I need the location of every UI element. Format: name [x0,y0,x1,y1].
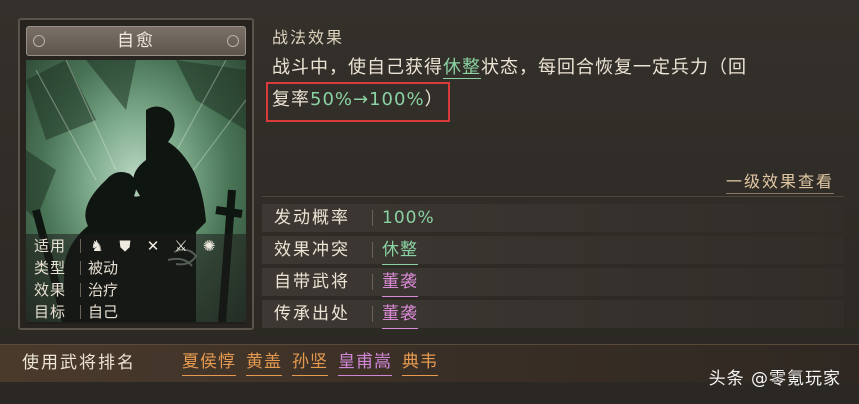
attr-divider [80,261,81,275]
shield-icon: ⛊ [119,237,131,255]
attr-value: 治疗 [88,281,119,299]
effect-text-part: 战斗中，使自己获得 [272,57,443,78]
skill-name: 自愈 [26,26,246,56]
ranking-list: 夏侯惇 黄盖 孙坚 皇甫嵩 典韦 [182,345,438,376]
level-one-effect-link[interactable]: 一级效果查看 [725,168,834,194]
prop-label: 传承出处 [274,304,350,324]
divider [262,196,844,197]
attr-value: 自己 [88,303,119,321]
highlight-box [266,82,450,122]
attr-divider [80,283,81,297]
watermark: 头条 @零氪玩家 [708,369,841,389]
general-link[interactable]: 皇甫嵩 [338,349,392,376]
prop-label: 效果冲突 [274,240,350,260]
unit-type-icons: ♞ ⛊ ✕ ⚔ ✺ [88,237,218,255]
effect-text-part: 状态，每回合恢复一定兵力（回 [481,57,747,78]
skill-card: 自愈 适用 ♞ ⛊ ✕ ⚔ ✺ 类型 被动 效果 治疗 目标 自己 [18,18,254,330]
cavalry-icon: ♞ [90,237,104,255]
prop-value: 100% [382,208,435,228]
attr-label: 类型 [34,259,67,277]
general-link[interactable]: 黄盖 [246,349,282,376]
prop-value-link[interactable]: 董袭 [382,268,418,297]
attr-divider [80,305,81,319]
attr-value: 被动 [88,259,119,277]
general-link[interactable]: 典韦 [402,349,438,376]
prop-label: 自带武将 [274,272,350,292]
skill-attributes: 适用 ♞ ⛊ ✕ ⚔ ✺ 类型 被动 效果 治疗 目标 自己 [26,234,246,324]
bow-icon: ✕ [146,237,160,255]
effect-heading: 战法效果 [272,28,345,47]
attr-divider [80,239,81,253]
status-keyword[interactable]: 休整 [443,57,481,79]
prop-divider [372,306,373,322]
general-link[interactable]: 孙坚 [292,349,328,376]
prop-row-trigger-rate: 发动概率 100% [262,204,844,232]
attr-label: 适用 [34,237,67,255]
ranking-label: 使用武将排名 [22,353,136,373]
skill-properties: 发动概率 100% 效果冲突 休整 自带武将 董袭 传承出处 董袭 [262,204,844,332]
prop-divider [372,210,373,226]
general-link[interactable]: 夏侯惇 [182,349,236,376]
prop-value-link[interactable]: 董袭 [382,300,418,329]
prop-row-own-general: 自带武将 董袭 [262,268,844,297]
attr-label: 目标 [34,303,67,321]
prop-divider [372,274,373,290]
skill-detail-panel: 自愈 适用 ♞ ⛊ ✕ ⚔ ✺ 类型 被动 效果 治疗 目标 自己 战法效果 战… [0,0,859,404]
wheel-icon: ✺ [202,237,216,255]
prop-label: 发动概率 [274,208,350,228]
prop-divider [372,242,373,258]
prop-row-inherit-source: 传承出处 董袭 [262,300,844,329]
prop-value-link[interactable]: 休整 [382,236,418,265]
effect-panel: 战法效果 战斗中，使自己获得休整状态，每回合恢复一定兵力（回 复率50%→100%… [262,18,844,196]
prop-row-conflict: 效果冲突 休整 [262,236,844,265]
spear-icon: ⚔ [174,237,188,255]
attr-label: 效果 [34,281,67,299]
